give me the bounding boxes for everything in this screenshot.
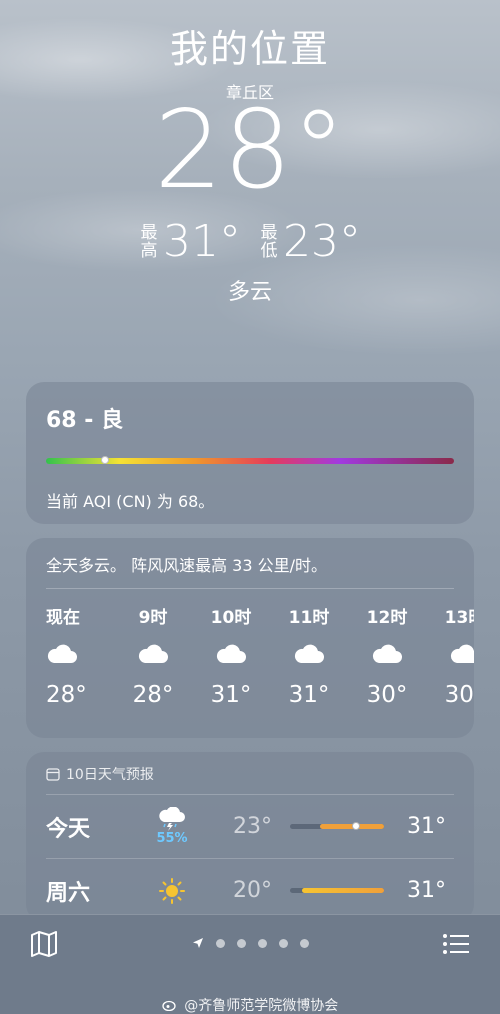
temp-range-bar xyxy=(290,822,384,830)
daily-header: 10日天气预报 xyxy=(46,764,454,795)
hour-temp: 31° xyxy=(210,682,252,708)
day-high: 31° xyxy=(407,814,446,839)
page-dot xyxy=(215,938,225,948)
hour-temp: 31° xyxy=(288,682,330,708)
day-high: 31° xyxy=(407,878,446,903)
page-dot xyxy=(299,938,309,948)
hourly-summary: 全天多云。 阵风风速最高 33 公里/时。 xyxy=(46,552,454,589)
hourly-list[interactable]: 现在 28° 9时 28° 10时 31° 11时 31° 12时 30° 13… xyxy=(46,603,474,708)
hour-temp: 28° xyxy=(132,682,174,708)
precipitation-chance: 55% xyxy=(156,831,188,846)
aqi-indicator xyxy=(101,456,109,464)
hour-time: 现在 xyxy=(46,608,80,628)
hour-temp: 30° xyxy=(366,682,408,708)
aqi-scale-bar xyxy=(46,456,454,464)
high-value: 31° xyxy=(163,216,241,267)
day-name: 周六 xyxy=(46,880,91,906)
low-label: 最低 xyxy=(260,222,278,261)
cloud-icon xyxy=(46,628,106,678)
aqi-title: 68 - 良 xyxy=(46,408,124,433)
thunderstorm-icon: 55% xyxy=(142,807,202,846)
daily-header-label: 10日天气预报 xyxy=(66,767,154,783)
watermark: @齐鲁师范学院微博协会 xyxy=(0,995,500,1014)
aqi-description: 当前 AQI (CN) 为 68。 xyxy=(46,492,215,511)
cloud-icon xyxy=(426,628,474,678)
calendar-icon xyxy=(46,768,60,781)
cloud-icon xyxy=(270,628,348,678)
page-indicator[interactable] xyxy=(0,937,500,949)
sun-icon xyxy=(142,877,202,905)
hour-time: 10时 xyxy=(210,608,252,628)
current-temperature: 28° xyxy=(154,88,346,213)
low-value: 23° xyxy=(283,216,361,267)
weibo-icon xyxy=(162,1000,176,1011)
daily-forecast-card[interactable]: 10日天气预报 今天 55% 23° 31° 周六 20° 31° xyxy=(26,752,474,922)
list-icon[interactable] xyxy=(442,933,470,955)
page-dot xyxy=(236,938,246,948)
day-row[interactable]: 周六 20° 31° xyxy=(46,859,454,922)
high-label: 最高 xyxy=(140,222,158,261)
day-row[interactable]: 今天 55% 23° 31° xyxy=(46,795,454,859)
hour-item: 现在 28° xyxy=(46,603,106,708)
page-dot xyxy=(257,938,267,948)
day-low: 23° xyxy=(233,814,272,839)
hour-time: 13时 xyxy=(444,608,474,628)
hour-temp: 30° xyxy=(444,682,474,708)
hour-item: 11时 31° xyxy=(270,603,348,708)
watermark-text: @齐鲁师范学院微博协会 xyxy=(184,998,339,1014)
hour-temp: 28° xyxy=(46,682,87,708)
page-dot xyxy=(278,938,288,948)
high-temp: 最高 31° xyxy=(139,216,242,267)
hour-item: 10时 31° xyxy=(192,603,270,708)
location-arrow-icon xyxy=(192,938,203,948)
day-name: 今天 xyxy=(46,816,91,842)
high-low: 最高 31° 最低 23° xyxy=(0,216,500,267)
hour-item: 13时 30° xyxy=(426,603,474,708)
hour-time: 12时 xyxy=(366,608,408,628)
current-temp-dot xyxy=(352,822,360,830)
low-temp: 最低 23° xyxy=(259,216,362,267)
hour-time: 11时 xyxy=(288,608,330,628)
aqi-card[interactable]: 68 - 良 当前 AQI (CN) 为 68。 xyxy=(26,382,474,524)
day-low: 20° xyxy=(233,878,272,903)
location-title: 我的位置 xyxy=(169,27,330,71)
temp-range-fill xyxy=(302,888,384,893)
cloud-icon xyxy=(192,628,270,678)
hour-time: 9时 xyxy=(138,608,168,628)
cloud-icon xyxy=(348,628,426,678)
bottom-toolbar: @齐鲁师范学院微博协会 xyxy=(0,914,500,1014)
cloud-icon xyxy=(114,628,192,678)
hour-item: 12时 30° xyxy=(348,603,426,708)
weather-condition: 多云 xyxy=(227,280,272,305)
temp-range-bar xyxy=(290,888,384,893)
hour-item: 9时 28° xyxy=(114,603,192,708)
hourly-forecast-card[interactable]: 全天多云。 阵风风速最高 33 公里/时。 现在 28° 9时 28° 10时 … xyxy=(26,538,474,738)
